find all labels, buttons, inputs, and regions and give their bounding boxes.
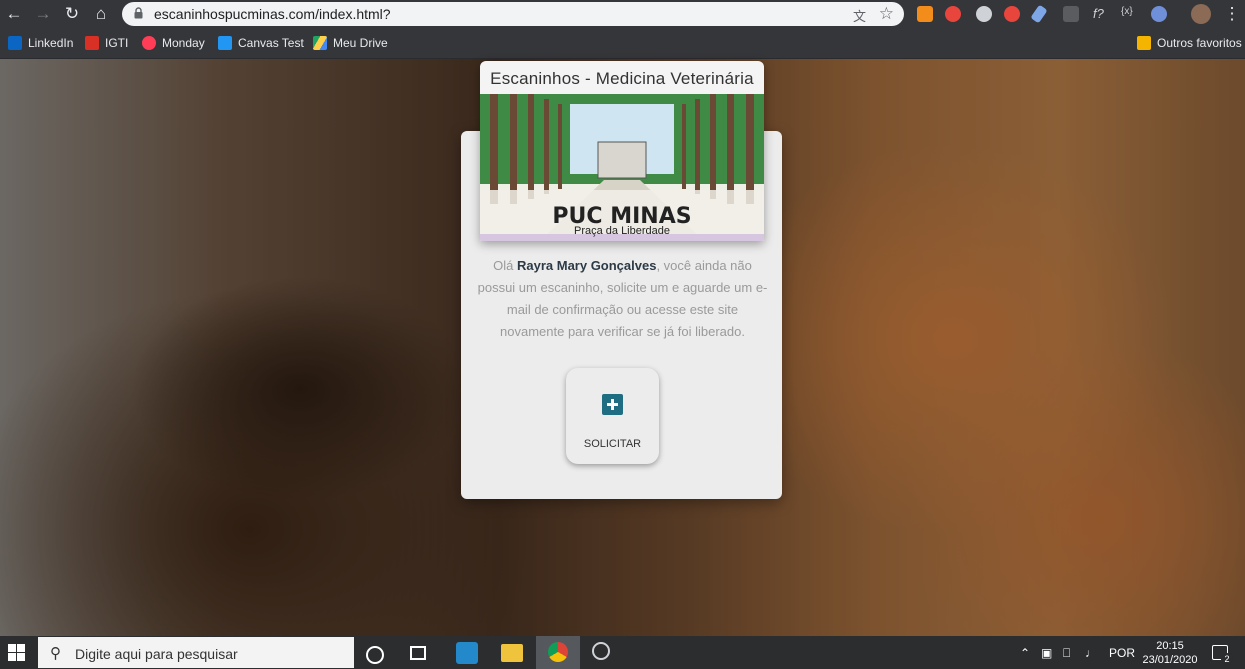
request-locker-button[interactable]: SOLICITAR	[566, 368, 659, 464]
status-message: Olá Rayra Mary Gonçalves, você ainda não…	[477, 258, 768, 339]
linkedin-icon	[8, 36, 22, 50]
extension-link-icon[interactable]	[1151, 6, 1167, 22]
gmail-icon	[85, 36, 99, 50]
extension-k-icon[interactable]	[917, 6, 933, 22]
translate-icon[interactable]: 文	[853, 6, 866, 25]
extension-fx-icon[interactable]: f?	[1093, 6, 1109, 22]
bookmark-star-icon[interactable]: ☆	[879, 4, 894, 24]
logo-subtitle: Praça da Liberdade	[573, 225, 670, 237]
forward-icon[interactable]: →	[33, 4, 53, 24]
volume-icon[interactable]: ♩	[1085, 646, 1097, 660]
battery-icon[interactable]: ▣	[1041, 646, 1052, 660]
extension-hand-icon[interactable]	[1004, 6, 1020, 22]
extension-red-icon[interactable]	[945, 6, 961, 22]
bookmark-linkedin[interactable]: LinkedIn	[8, 35, 73, 51]
bookmark-canvas-test[interactable]: Canvas Test	[218, 35, 304, 51]
url-text[interactable]: escaninhospucminas.com/index.html?	[154, 6, 391, 22]
address-bar[interactable]: escaninhospucminas.com/index.html? 文 ☆	[122, 2, 904, 26]
search-icon: ⚲	[50, 645, 61, 662]
extension-pen-icon[interactable]	[1030, 4, 1048, 24]
vscode-icon[interactable]	[456, 642, 478, 664]
system-clock[interactable]: 20:15 23/01/2020	[1140, 639, 1200, 667]
tray-chevron-icon[interactable]: ⌃	[1020, 646, 1030, 660]
cortana-icon[interactable]	[366, 646, 384, 664]
network-icon[interactable]: ⎕	[1063, 646, 1070, 661]
plus-icon	[602, 394, 623, 415]
home-icon[interactable]: ⌂	[91, 4, 111, 24]
browser-toolbar: ← → ↻ ⌂ escaninhospucminas.com/index.htm…	[0, 0, 1245, 28]
header-card: Escaninhos - Medicina Veterinária PUC MI…	[480, 61, 764, 241]
extension-braces-icon[interactable]: {x}	[1121, 6, 1137, 22]
bookmarks-bar: LinkedIn IGTI Monday Canvas Test Meu Dri…	[0, 28, 1245, 59]
extension-compass-icon[interactable]	[976, 6, 992, 22]
campus-illustration: PUC MINAS Praça da Liberdade	[480, 94, 764, 241]
clock-time: 20:15	[1156, 640, 1184, 652]
language-indicator[interactable]: POR	[1109, 646, 1135, 660]
task-view-icon[interactable]	[410, 646, 426, 660]
extension-grid-icon[interactable]	[1063, 6, 1079, 22]
windows-taskbar: ⚲ Digite aqui para pesquisar ⌃ ▣ ⎕ ♩ POR…	[0, 636, 1245, 669]
user-name: Rayra Mary Gonçalves	[516, 258, 657, 273]
file-explorer-icon[interactable]	[501, 644, 523, 662]
bookmark-meu-drive[interactable]: Meu Drive	[313, 35, 388, 51]
windows-start-icon[interactable]	[8, 644, 25, 661]
request-button-label: SOLICITAR	[583, 438, 642, 450]
chrome-icon[interactable]	[548, 642, 568, 662]
taskbar-search-input[interactable]: ⚲ Digite aqui para pesquisar	[38, 637, 354, 668]
clock-date: 23/01/2020	[1142, 654, 1198, 666]
bookmark-monday[interactable]: Monday	[142, 35, 205, 51]
drive-icon	[313, 36, 327, 50]
obs-icon[interactable]	[592, 642, 610, 660]
lock-icon	[134, 7, 143, 19]
back-icon[interactable]: ←	[4, 4, 24, 24]
bookmark-other-folder[interactable]: Outros favoritos	[1137, 35, 1242, 51]
menu-kebab-icon[interactable]: ⋮	[1222, 4, 1242, 24]
notification-badge: 2	[1221, 653, 1233, 665]
monday-icon	[142, 36, 156, 50]
canvas-icon	[218, 36, 232, 50]
page-title: Escaninhos - Medicina Veterinária	[490, 69, 754, 88]
profile-avatar[interactable]	[1191, 4, 1211, 24]
bookmark-igti[interactable]: IGTI	[85, 35, 128, 51]
reload-icon[interactable]: ↻	[62, 4, 82, 24]
folder-icon	[1137, 36, 1151, 50]
